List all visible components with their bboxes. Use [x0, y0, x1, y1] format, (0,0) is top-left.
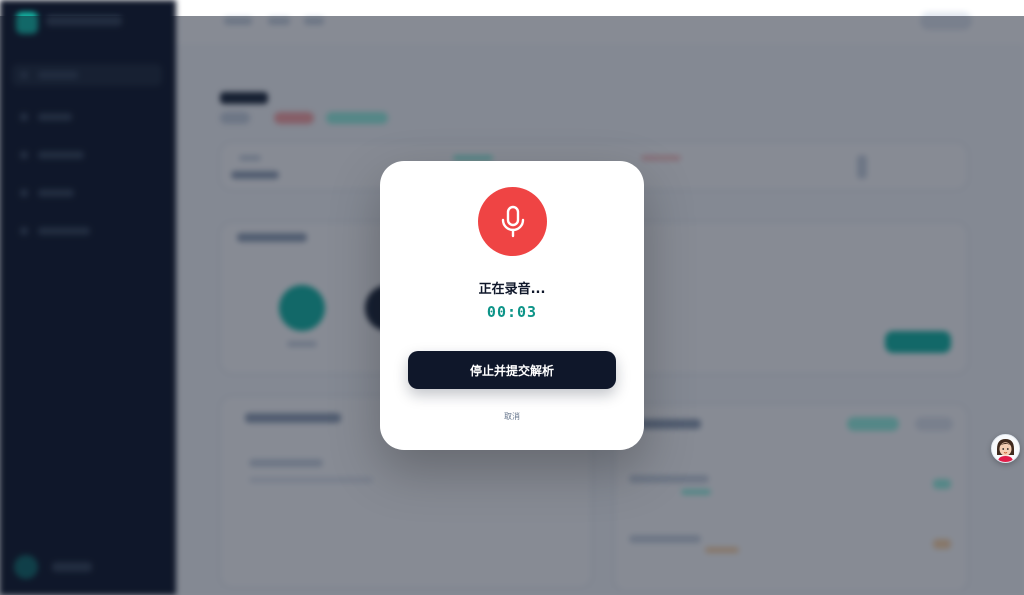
- assistant-avatar-icon: [992, 435, 1019, 462]
- recording-timer: 00:03: [486, 303, 538, 321]
- microphone-icon: [501, 205, 524, 237]
- cancel-button[interactable]: 取消: [380, 411, 644, 422]
- recording-status-text: 正在录音...: [478, 282, 546, 297]
- recording-modal: 正在录音... 00:03 停止并提交解析 取消: [380, 161, 644, 450]
- record-indicator: [478, 187, 547, 256]
- stop-and-submit-button[interactable]: 停止并提交解析: [408, 351, 616, 389]
- assistant-avatar-button[interactable]: [991, 434, 1020, 463]
